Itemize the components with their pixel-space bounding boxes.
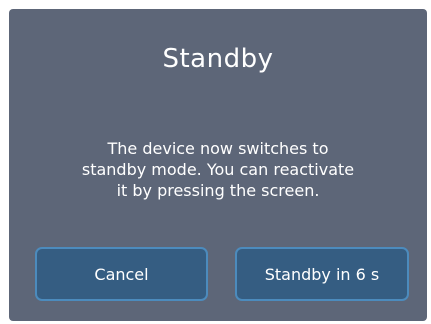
cancel-button[interactable]: Cancel — [35, 247, 208, 301]
message-line: it by pressing the screen. — [116, 181, 320, 200]
message-line: The device now switches to — [107, 139, 329, 158]
standby-dialog: Standby The device now switches to stand… — [9, 9, 427, 321]
dialog-message: The device now switches to standby mode.… — [39, 138, 397, 201]
dialog-title: Standby — [162, 44, 274, 74]
message-line: standby mode. You can reactivate — [81, 160, 355, 179]
standby-button[interactable]: Standby in 6 s — [235, 247, 409, 301]
